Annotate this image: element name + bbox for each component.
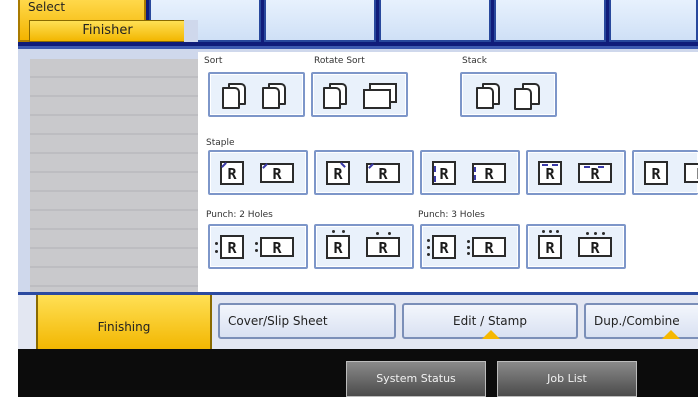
tab-cover-slip-sheet[interactable]: Cover/Slip Sheet — [218, 303, 396, 339]
category-list — [30, 59, 206, 295]
staple-group-label: Staple — [206, 138, 235, 148]
staple-doc-icon: R — [644, 161, 668, 185]
status-bar: System Status Job List — [18, 349, 698, 397]
punch-hole-icon — [388, 232, 391, 235]
staple-mark-icon — [474, 175, 476, 180]
function-tab-bar: Finishing Cover/Slip Sheet Edit / Stamp … — [18, 292, 698, 352]
punch-doc-icon: R — [220, 235, 244, 259]
punch-doc-icon: R — [538, 235, 562, 259]
punch-3-group-label: Punch: 3 Holes — [418, 210, 485, 220]
punch-hole-icon — [255, 242, 258, 245]
punch-doc-landscape-icon: R — [578, 237, 612, 257]
rotate-sort-group-label: Rotate Sort — [314, 56, 365, 66]
top-tab-4[interactable] — [379, 0, 491, 42]
punch-3-top-button[interactable]: R R — [526, 224, 626, 269]
punch-doc-landscape-icon: R — [366, 237, 400, 257]
punch-hole-icon — [215, 250, 218, 253]
rotate-sort-portrait-icon — [323, 83, 353, 109]
finisher-tab-connector — [184, 20, 198, 42]
staple-mark-icon — [434, 166, 436, 172]
system-status-label: System Status — [376, 372, 456, 385]
submenu-indicator-icon — [662, 330, 680, 339]
sort-button[interactable] — [208, 72, 305, 117]
punch-hole-icon — [467, 252, 470, 255]
punch-hole-icon — [255, 249, 258, 252]
sort-icon — [222, 83, 252, 109]
tab-finishing[interactable]: Finishing — [36, 295, 212, 352]
staple-doc-landscape-icon: R — [684, 163, 698, 183]
punch-2-top-button[interactable]: R R — [314, 224, 414, 269]
finisher-category-tab[interactable]: Finisher — [29, 20, 186, 42]
top-tab-6[interactable] — [609, 0, 698, 42]
submenu-indicator-icon — [482, 330, 500, 339]
punch-hole-icon — [342, 230, 345, 233]
punch-hole-icon — [602, 232, 605, 235]
punch-hole-icon — [549, 230, 552, 233]
punch-hole-icon — [427, 239, 430, 242]
stack-offset-icon — [514, 83, 544, 110]
finisher-label: Finisher — [82, 23, 133, 38]
tab-edit-stamp[interactable]: Edit / Stamp — [402, 303, 578, 339]
punch-hole-icon — [586, 232, 589, 235]
staple-mark-icon — [542, 164, 548, 166]
punch-doc-icon: R — [432, 235, 456, 259]
copier-screen: Select Finisher Sort Rotate Sort Stack S… — [0, 0, 698, 397]
system-status-button[interactable]: System Status — [346, 361, 486, 397]
staple-top-left-button[interactable]: R R — [208, 150, 308, 195]
staple-top-2-button[interactable]: R R — [526, 150, 626, 195]
punch-hole-icon — [594, 232, 597, 235]
punch-2-left-button[interactable]: R R — [208, 224, 308, 269]
punch-3-left-button[interactable]: R R — [420, 224, 520, 269]
top-tab-label: Select — [28, 0, 66, 14]
punch-hole-icon — [542, 230, 545, 233]
left-margin — [0, 0, 18, 397]
sort-icon — [262, 83, 292, 109]
punch-hole-icon — [467, 246, 470, 249]
staple-mark-icon — [598, 166, 604, 168]
staple-doc-landscape-icon: R — [472, 163, 506, 183]
punch-doc-icon: R — [326, 235, 350, 259]
staple-mark-icon — [434, 176, 436, 182]
stack-button[interactable] — [460, 72, 557, 117]
staple-mark-icon — [474, 167, 476, 172]
job-list-button[interactable]: Job List — [497, 361, 637, 397]
tab-cover-slip-sheet-label: Cover/Slip Sheet — [228, 314, 328, 328]
staple-top-right-button[interactable]: R R — [314, 150, 414, 195]
job-list-label: Job List — [547, 372, 587, 385]
sort-group-label: Sort — [204, 56, 223, 66]
staple-mark-icon — [584, 166, 590, 168]
punch-hole-icon — [376, 232, 379, 235]
top-tab-5[interactable] — [494, 0, 606, 42]
rotate-sort-button[interactable] — [311, 72, 408, 117]
stack-icon — [476, 83, 506, 109]
rotate-sort-landscape-icon — [363, 83, 403, 109]
punch-hole-icon — [427, 253, 430, 256]
punch-hole-icon — [556, 230, 559, 233]
punch-hole-icon — [427, 246, 430, 249]
staple-more-button[interactable]: R R — [632, 150, 698, 195]
punch-hole-icon — [215, 242, 218, 245]
punch-hole-icon — [332, 230, 335, 233]
staple-doc-icon: R — [326, 161, 350, 185]
punch-doc-landscape-icon: R — [472, 237, 506, 257]
tab-dup-combine-label: Dup./Combine — [594, 314, 680, 328]
stack-group-label: Stack — [462, 56, 487, 66]
tab-dup-combine[interactable]: Dup./Combine — [584, 303, 698, 339]
punch-2-group-label: Punch: 2 Holes — [206, 210, 273, 220]
staple-left-2-button[interactable]: R R — [420, 150, 520, 195]
punch-hole-icon — [467, 240, 470, 243]
punch-doc-landscape-icon: R — [260, 237, 294, 257]
staple-mark-icon — [552, 164, 558, 166]
top-tab-3[interactable] — [264, 0, 376, 42]
